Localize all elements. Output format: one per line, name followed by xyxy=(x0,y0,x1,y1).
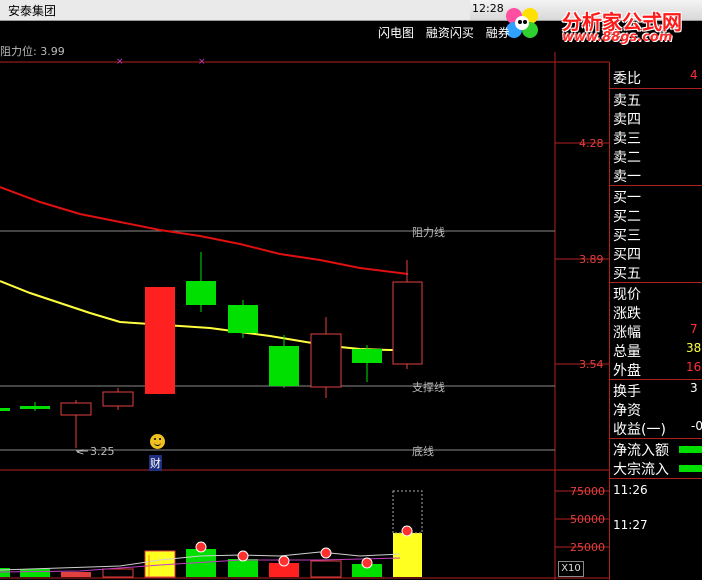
stat-turnover-value: 3 xyxy=(690,381,698,395)
weibi-row: 委比 4 xyxy=(613,68,698,88)
quote-outer-label: 外盘 xyxy=(613,363,641,379)
flow-block-label: 大宗流入 xyxy=(613,462,669,478)
volume-label-25000: 25000 xyxy=(570,541,605,554)
quote-price-label: 现价 xyxy=(613,287,641,303)
flow-net: 净流入额 xyxy=(613,440,669,460)
titlebar-left xyxy=(0,0,470,20)
sell-4: 卖四 xyxy=(613,112,641,128)
quote-pct: 涨幅 7 xyxy=(613,322,698,342)
stat-turnover: 换手 3 xyxy=(613,381,698,401)
flow-net-bar xyxy=(679,446,702,453)
logo-url: www.88gs.com xyxy=(562,30,673,45)
buy-1: 买一 xyxy=(613,190,641,206)
flow-net-label: 净流入额 xyxy=(613,443,669,459)
finance-marker[interactable]: 财 xyxy=(149,455,162,471)
sell-5: 卖五 xyxy=(613,93,641,109)
volume-scale-button[interactable]: X10 xyxy=(558,561,584,577)
tick-time-1: 11:26 xyxy=(613,483,648,497)
stat-netasset: 净资 xyxy=(613,400,641,420)
quote-price: 现价 xyxy=(613,284,641,304)
price-label-mid: 3.89 xyxy=(579,253,604,266)
sell-1: 卖一 xyxy=(613,169,641,185)
quote-change: 涨跌 xyxy=(613,303,641,323)
weibi-label: 委比 xyxy=(613,71,641,87)
stat-eps-label: 收益(一) xyxy=(613,422,666,438)
price-label-low: 3.54 xyxy=(579,358,604,371)
toolbar-short-sell[interactable]: 融券 xyxy=(486,26,510,40)
tick-time-2: 11:27 xyxy=(613,518,648,532)
quote-pct-label: 涨幅 xyxy=(613,325,641,341)
quote-volume-value: 38 xyxy=(686,341,702,355)
svg-text:×: × xyxy=(116,57,124,67)
buy-3: 买三 xyxy=(613,228,641,244)
volume-label-50000: 50000 xyxy=(570,513,605,526)
svg-text:<: < xyxy=(76,447,84,458)
sell-3: 卖三 xyxy=(613,131,641,147)
quote-volume-label: 总量 xyxy=(613,344,641,360)
sell-2: 卖二 xyxy=(613,150,641,166)
quote-pct-value: 7 xyxy=(690,322,698,336)
quote-outer-value: 16 xyxy=(686,360,702,374)
quote-volume: 总量 38 xyxy=(613,341,701,361)
quote-outer: 外盘 16 xyxy=(613,360,701,380)
volume-label-75000: 75000 xyxy=(570,485,605,498)
buy-5: 买五 xyxy=(613,266,641,282)
stat-eps-value: -0 xyxy=(691,419,702,433)
support-line-label: 支撑线 xyxy=(412,381,445,394)
buy-2: 买二 xyxy=(613,209,641,225)
stat-turnover-label: 换手 xyxy=(613,384,641,400)
smiley-icon[interactable] xyxy=(150,434,165,449)
buy-4: 买四 xyxy=(613,247,641,263)
toolbar-margin-buy[interactable]: 融资闪买 xyxy=(426,26,474,40)
svg-text:×: × xyxy=(198,57,206,67)
bottom-line-label: 底线 xyxy=(412,445,434,458)
price-label-high: 4.28 xyxy=(579,137,604,150)
stat-eps: 收益(一) -0 xyxy=(613,419,702,439)
stat-netasset-label: 净资 xyxy=(613,403,641,419)
quote-change-label: 涨跌 xyxy=(613,306,641,322)
chart-toolbar: 闪电图 融资闪买 融券 xyxy=(378,24,518,41)
flow-block: 大宗流入 xyxy=(613,459,669,479)
low-price-label: 3.25 xyxy=(90,445,115,458)
window-title: 安泰集团 xyxy=(8,4,57,18)
toolbar-flash-chart[interactable]: 闪电图 xyxy=(378,26,414,40)
resistance-indicator: 阻力位: 3.99 xyxy=(0,45,65,58)
quote-panel: 委比 4 卖五 卖四 卖三 卖二 卖一 买一 买二 买三 买四 买五 现价 涨跌… xyxy=(609,62,702,580)
resistance-line-label: 阻力线 xyxy=(412,226,445,239)
weibi-value: 4 xyxy=(690,68,698,82)
flow-block-bar xyxy=(679,465,702,472)
